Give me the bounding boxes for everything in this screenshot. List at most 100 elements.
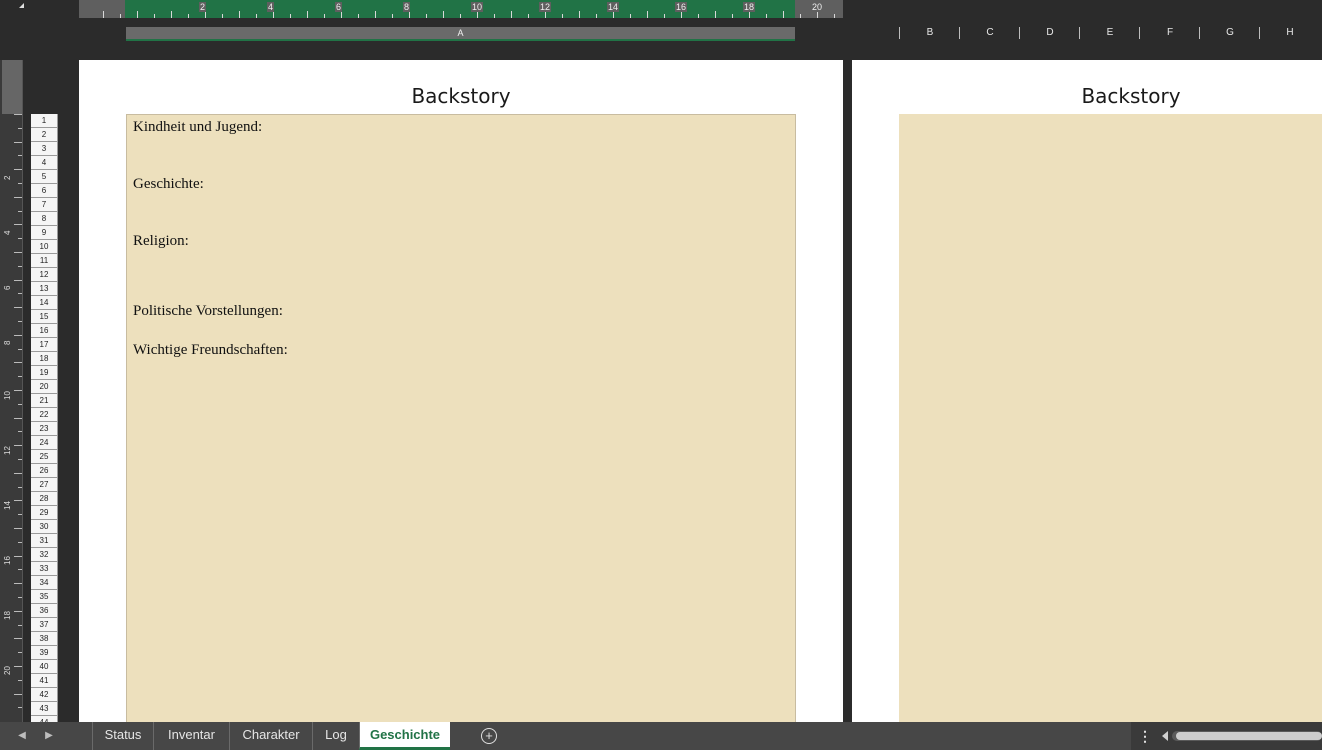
field-politische-vorstellungen[interactable]: Politische Vorstellungen: [133,303,283,320]
row-header[interactable]: 8 [31,212,58,226]
row-header[interactable]: 33 [31,562,58,576]
ruler-tick [18,348,22,350]
ruler-tick [14,500,22,502]
row-header[interactable]: 3 [31,142,58,156]
row-header[interactable]: 23 [31,422,58,436]
ruler-label: 12 [3,446,12,455]
ruler-label: 14 [3,501,12,510]
ruler-tick [14,638,22,640]
column-header-f[interactable]: F [1139,27,1200,39]
column-header-d[interactable]: D [1019,27,1080,39]
ruler-tick [596,14,597,18]
backstory-box-2[interactable] [899,114,1322,722]
backstory-box[interactable]: Kindheit und Jugend: Geschichte: Religio… [126,114,796,722]
ruler-tick [188,14,189,18]
row-header[interactable]: 30 [31,520,58,534]
ruler-label: 6 [335,2,343,12]
tab-inventar[interactable]: Inventar [153,722,229,750]
ruler-tick [18,597,22,598]
row-header[interactable]: 11 [31,254,58,268]
row-header[interactable]: 36 [31,604,58,618]
row-header[interactable]: 18 [31,352,58,366]
ruler-tick [18,183,22,184]
tab-status[interactable]: Status [92,722,153,750]
row-header[interactable]: 5 [31,170,58,184]
row-header[interactable]: 28 [31,492,58,506]
ruler-label: 20 [811,2,824,12]
column-header-h[interactable]: H [1259,27,1320,39]
row-header[interactable]: 7 [31,198,58,212]
more-vertical-icon[interactable]: ⋮ [1138,726,1152,746]
plus-circle-icon[interactable]: + [481,728,497,744]
row-header[interactable]: 21 [31,394,58,408]
row-header[interactable]: 16 [31,324,58,338]
tab-geschichte[interactable]: Geschichte [359,722,450,750]
row-header[interactable]: 4 [31,156,58,170]
ruler-tick [14,472,22,474]
row-header[interactable]: 37 [31,618,58,632]
ruler-tick [14,610,22,612]
row-header[interactable]: 24 [31,436,58,450]
row-header[interactable]: 2 [31,128,58,142]
ruler-tick [239,11,240,18]
ruler-label: 16 [675,2,688,12]
row-header[interactable]: 27 [31,478,58,492]
ruler-tick [14,196,22,198]
row-header[interactable]: 41 [31,674,58,688]
field-geschichte[interactable]: Geschichte: [133,176,204,193]
column-header-c[interactable]: C [959,27,1020,39]
row-header[interactable]: 1 [31,114,58,128]
row-header[interactable]: 10 [31,240,58,254]
row-header[interactable]: 25 [31,450,58,464]
field-wichtige-freundschaften[interactable]: Wichtige Freundschaften: [133,342,288,359]
ruler-tick [749,11,750,18]
ruler-tick [375,11,376,18]
row-header[interactable]: 26 [31,464,58,478]
row-header[interactable]: 38 [31,632,58,646]
chevron-right-icon[interactable]: ▶ [39,722,59,750]
row-header[interactable]: 6 [31,184,58,198]
row-header[interactable]: 31 [31,534,58,548]
chevron-left-icon[interactable]: ◀ [12,722,32,750]
select-all-corner[interactable] [19,3,24,8]
ruler-tick [14,334,22,336]
column-header-e[interactable]: E [1079,27,1140,39]
column-header-g[interactable]: G [1199,27,1260,39]
row-header[interactable]: 15 [31,310,58,324]
tab-charakter[interactable]: Charakter [229,722,312,750]
ruler-tick [14,141,22,143]
row-header[interactable]: 35 [31,590,58,604]
row-header[interactable]: 39 [31,646,58,660]
row-header[interactable]: 22 [31,408,58,422]
row-header[interactable]: 32 [31,548,58,562]
field-religion[interactable]: Religion: [133,233,189,250]
field-kindheit-und-jugend[interactable]: Kindheit und Jugend: [133,119,262,136]
row-header[interactable]: 13 [31,282,58,296]
ruler-tick [103,11,104,18]
row-header[interactable]: 17 [31,338,58,352]
ruler-tick [630,14,631,18]
ruler-tick [647,11,648,18]
ruler-tick [137,11,138,18]
tab-log[interactable]: Log [312,722,359,750]
row-header[interactable]: 34 [31,576,58,590]
row-header[interactable]: 12 [31,268,58,282]
ruler-tick [18,624,22,626]
row-header[interactable]: 9 [31,226,58,240]
row-header[interactable]: 29 [31,506,58,520]
scroll-left-icon[interactable] [1162,731,1168,741]
scrollbar-thumb[interactable] [1176,732,1322,740]
ruler-tick [14,279,22,281]
row-header[interactable]: 40 [31,660,58,674]
ruler-tick [14,362,22,364]
row-header[interactable]: 42 [31,688,58,702]
row-header[interactable]: 43 [31,702,58,716]
row-header[interactable]: 20 [31,380,58,394]
column-header-a[interactable]: A [126,27,795,41]
row-header[interactable]: 19 [31,366,58,380]
page-title: Backstory [411,84,511,108]
row-header[interactable]: 14 [31,296,58,310]
page-title-2: Backstory [1081,84,1181,108]
ruler-tick [256,14,257,18]
column-header-b[interactable]: B [899,27,960,39]
